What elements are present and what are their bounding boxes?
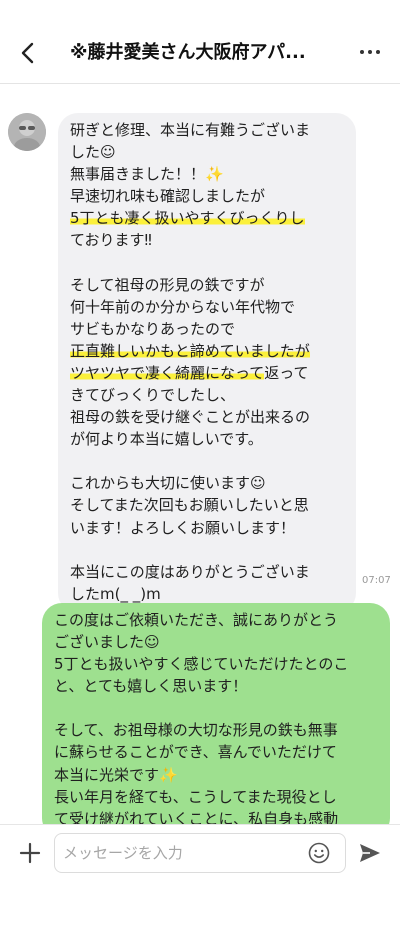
- message-line: 5丁とも凄く扱いやすくびっくりし: [70, 207, 346, 229]
- message-line: したm(_ _)m: [70, 584, 161, 603]
- avatar-image-icon: [8, 113, 46, 151]
- plus-icon: [19, 842, 41, 864]
- message-line: きてびっくりでしたし、: [70, 386, 236, 405]
- highlighted-text: 正直難しいかもと諦めていましたが: [70, 341, 310, 360]
- bottom-safe-area: [0, 882, 400, 932]
- message-line: に蘇らせることができ、喜んでいただけて: [54, 743, 337, 762]
- message-line: 長い年月を経ても、こうしてまた現役とし: [54, 787, 337, 806]
- message-line: 本当に光栄です✨: [54, 765, 178, 784]
- message-line: います！よろしくお願いします！: [70, 518, 296, 537]
- more-button[interactable]: [356, 42, 384, 62]
- incoming-message-bubble[interactable]: 研ぎと修理、本当に有難うございま した☺ 無事届きました！！✨ 早速切れ味も確認…: [58, 113, 356, 613]
- message-list[interactable]: 研ぎと修理、本当に有難うございま した☺ 無事届きました！！✨ 早速切れ味も確認…: [0, 85, 400, 824]
- add-attachment-button[interactable]: [18, 841, 42, 865]
- chat-title: ※藤井愛美さん大阪府アパ...: [70, 42, 306, 63]
- highlighted-text: 5丁とも凄く扱いやすくびっくりし: [70, 209, 305, 228]
- message-line: ております‼: [70, 231, 152, 250]
- back-arrow-icon: [21, 42, 34, 64]
- message-line: て受け継がれていくことに、私自身も感動: [54, 809, 339, 824]
- message-line: 早速切れ味も確認しましたが: [70, 187, 266, 206]
- message-text: 返って: [264, 363, 309, 382]
- message-line: ツヤツヤで凄く綺麗になって返って: [70, 362, 346, 384]
- message-line: この度はご依頼いただき、誠にありがとう: [54, 611, 338, 629]
- message-line: 何十年前のか分からない年代物で: [70, 297, 296, 316]
- message-line: 本当にこの度はありがとうございま: [70, 562, 310, 581]
- emoji-button[interactable]: [308, 842, 330, 864]
- message-line: 祖母の鉄を受け継ぐことが出来るの: [70, 408, 311, 427]
- message-line: サビもかなりあったので: [70, 319, 236, 338]
- highlighted-text: ツヤツヤで凄く綺麗になって: [70, 363, 265, 382]
- message-timestamp: 07:07: [362, 575, 391, 586]
- message-input[interactable]: [54, 833, 346, 873]
- message-line: ございました☺: [54, 633, 160, 652]
- send-button[interactable]: [358, 842, 382, 864]
- message-line: 正直難しいかもと諦めていましたが: [70, 340, 346, 362]
- message-line: 無事届きました！！✨: [70, 165, 224, 184]
- emoji-icon: [308, 842, 330, 864]
- message-line: した☺: [70, 143, 116, 162]
- message-line: そしてまた次回もお願いしたいと思: [70, 496, 309, 515]
- more-dots-icon: [360, 50, 380, 54]
- chat-header: ※藤井愛美さん大阪府アパ...: [0, 0, 400, 84]
- message-line: これからも大切に使います☺: [70, 474, 266, 493]
- message-input-bar: [0, 824, 400, 882]
- message-line: 5丁とも扱いやすく感じていただけたとのこ: [54, 655, 349, 674]
- message-line: と、とても嬉しく思います！: [54, 677, 248, 696]
- message-line: そして、お祖母様の大切な形見の鉄も無事: [54, 721, 338, 740]
- outgoing-message-bubble[interactable]: この度はご依頼いただき、誠にありがとう ございました☺ 5丁とも扱いやすく感じて…: [42, 603, 390, 824]
- send-icon: [360, 844, 380, 862]
- message-line: が何より本当に嬉しいです。: [70, 430, 263, 449]
- back-button[interactable]: [14, 36, 44, 70]
- avatar[interactable]: [8, 113, 46, 151]
- message-line: 研ぎと修理、本当に有難うございま: [70, 121, 311, 139]
- message-line: そして祖母の形見の鉄ですが: [70, 275, 265, 294]
